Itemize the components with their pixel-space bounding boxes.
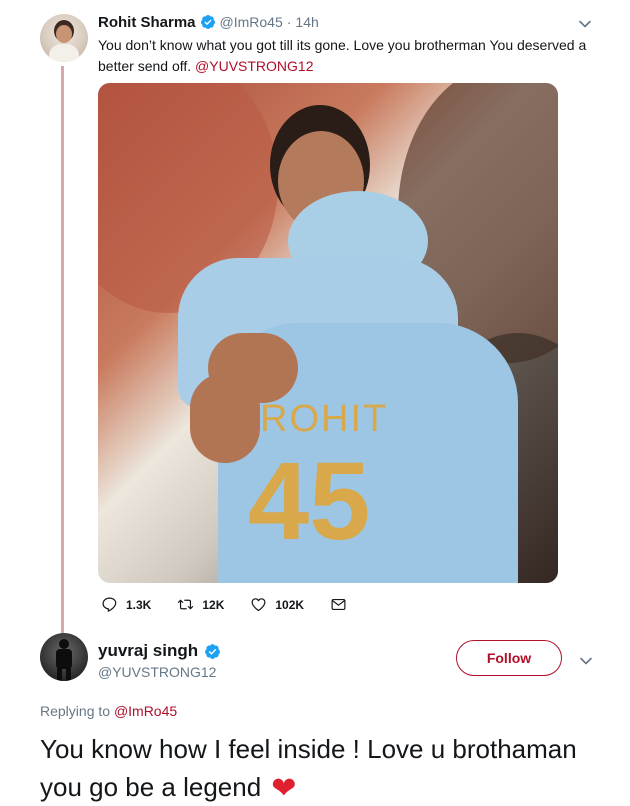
jersey-lettering: ROHIT xyxy=(260,398,389,440)
reply-body: You know how I feel inside ! Love u brot… xyxy=(40,734,577,802)
author-name[interactable]: Rohit Sharma xyxy=(98,14,196,31)
heart-icon[interactable] xyxy=(250,596,267,613)
avatar-yuvraj-singh[interactable] xyxy=(40,633,88,681)
envelope-icon[interactable] xyxy=(330,596,347,613)
replying-to-link[interactable]: @ImRo45 xyxy=(114,703,177,719)
verified-badge-icon xyxy=(205,643,221,659)
chevron-down-icon[interactable] xyxy=(578,653,594,669)
direct-message-action[interactable] xyxy=(330,596,347,613)
red-heart-emoji: ❤ xyxy=(271,772,297,806)
tweet-photo[interactable]: ROHIT 45 xyxy=(98,83,558,583)
mention-link[interactable]: @YUVSTRONG12 xyxy=(195,58,313,74)
reply-icon[interactable] xyxy=(101,596,118,613)
meta-separator: · xyxy=(286,14,292,30)
avatar-rohit-sharma[interactable] xyxy=(40,14,88,62)
retweet-count: 12K xyxy=(202,597,225,612)
author-handle[interactable]: @ImRo45 xyxy=(220,14,283,30)
reply-action[interactable]: 1.3K xyxy=(101,596,151,613)
jersey-number: 45 xyxy=(248,440,371,563)
reply-author-name[interactable]: yuvraj singh xyxy=(98,641,198,661)
chevron-down-icon[interactable] xyxy=(577,16,593,32)
reply-text: You know how I feel inside ! Love u brot… xyxy=(40,730,600,806)
thread-connector-line xyxy=(61,66,64,634)
tweet-actions: 1.3K 12K 102K xyxy=(101,596,373,613)
verified-badge-icon xyxy=(200,15,215,29)
retweet-icon[interactable] xyxy=(177,596,194,613)
retweet-action[interactable]: 12K xyxy=(177,596,224,613)
like-count: 102K xyxy=(275,597,305,612)
tweet-text: You don’t know what you got till its gon… xyxy=(98,35,598,77)
like-action[interactable]: 102K xyxy=(250,596,304,613)
reply-count: 1.3K xyxy=(126,597,152,612)
tweet-header: Rohit Sharma @ImRo45 · 14h xyxy=(98,12,319,32)
follow-button[interactable]: Follow xyxy=(456,640,562,676)
reply-author-handle[interactable]: @YUVSTRONG12 xyxy=(98,664,216,680)
tweet-timestamp[interactable]: 14h xyxy=(295,14,318,30)
replying-prefix: Replying to xyxy=(40,703,111,719)
tweet-body: You don’t know what you got till its gon… xyxy=(98,37,587,74)
reply-author-row: yuvraj singh xyxy=(98,641,221,661)
replying-to-line: Replying to @ImRo45 xyxy=(40,703,177,719)
